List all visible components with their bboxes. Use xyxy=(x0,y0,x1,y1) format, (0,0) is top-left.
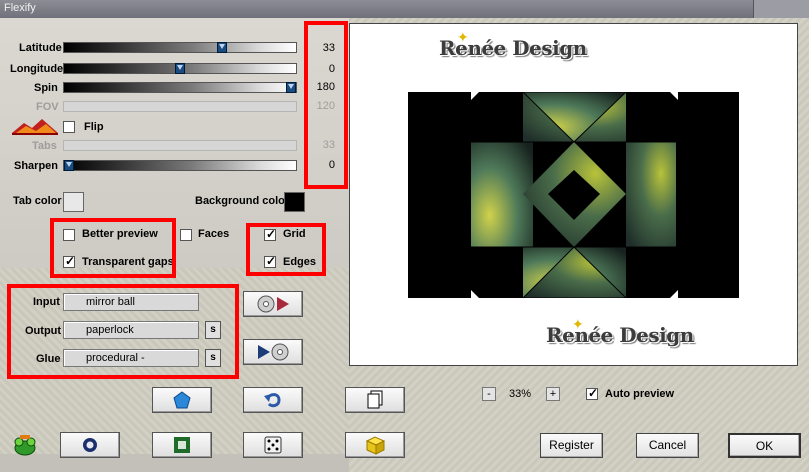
latitude-slider-thumb[interactable] xyxy=(217,42,227,53)
disc-save-icon xyxy=(258,343,289,361)
fov-slider xyxy=(63,101,297,112)
latitude-label: Latitude xyxy=(19,42,62,54)
tabs-label: Tabs xyxy=(32,140,57,152)
latitude-slider[interactable] xyxy=(63,42,297,53)
mountain-sunset-icon xyxy=(12,119,58,135)
longitude-label: Longitude xyxy=(10,63,64,75)
copy-pages-icon xyxy=(367,390,383,409)
preview-pane[interactable]: ✦ Renée Design ✦ Renée Design xyxy=(349,23,798,366)
longitude-slider[interactable] xyxy=(63,63,297,74)
square-button[interactable] xyxy=(152,432,212,458)
flip-label: Flip xyxy=(84,121,104,133)
title-bar: Flexify xyxy=(0,0,809,18)
tabs-slider xyxy=(63,140,297,151)
watermark-top: Renée Design xyxy=(439,36,587,60)
save-preset-button[interactable] xyxy=(243,339,303,365)
cube-button[interactable] xyxy=(345,432,405,458)
ring-icon xyxy=(83,438,97,452)
undo-arrow-icon xyxy=(264,393,281,408)
flip-checkbox[interactable] xyxy=(63,121,75,133)
highlight-box-mapping xyxy=(7,284,239,379)
zoom-in-button[interactable]: + xyxy=(546,387,560,401)
disc-load-icon xyxy=(257,295,289,313)
window-title: Flexify xyxy=(4,2,36,14)
pentagon-icon xyxy=(173,391,191,409)
square-frame-icon xyxy=(174,437,190,453)
pentagon-button[interactable] xyxy=(152,387,212,413)
longitude-slider-thumb[interactable] xyxy=(175,63,185,74)
green-frog-icon xyxy=(14,435,36,456)
preview-image xyxy=(408,92,739,298)
background-color-label: Background color xyxy=(195,195,290,207)
spin-slider-thumb[interactable] xyxy=(286,82,296,93)
tab-color-swatch[interactable] xyxy=(63,192,84,212)
background-color-swatch[interactable] xyxy=(284,192,305,212)
watermark-bottom: Renée Design xyxy=(546,323,694,347)
load-preset-button[interactable] xyxy=(243,291,303,317)
undo-button[interactable] xyxy=(243,387,303,413)
register-button[interactable]: Register xyxy=(540,433,603,458)
spin-slider[interactable] xyxy=(63,82,297,93)
dice-icon xyxy=(264,436,282,454)
yellow-cube-icon xyxy=(365,436,386,455)
dice-button[interactable] xyxy=(243,432,303,458)
cancel-button[interactable]: Cancel xyxy=(636,433,699,458)
copy-button[interactable] xyxy=(345,387,405,413)
zoom-level: 33% xyxy=(509,388,532,400)
highlight-box-grid-edges xyxy=(246,223,326,276)
tab-color-label: Tab color xyxy=(13,195,62,207)
faces-label: Faces xyxy=(198,228,230,240)
ring-button[interactable] xyxy=(60,432,120,458)
fov-label: FOV xyxy=(36,101,59,113)
faces-checkbox[interactable] xyxy=(180,229,192,241)
auto-preview-label: Auto preview xyxy=(605,388,675,400)
ok-button[interactable]: OK xyxy=(728,433,801,458)
sharpen-label: Sharpen xyxy=(14,160,59,172)
auto-preview-checkbox[interactable] xyxy=(586,386,598,400)
sharpen-slider-thumb[interactable] xyxy=(64,160,74,171)
sharpen-slider[interactable] xyxy=(63,160,297,171)
window-close-button[interactable] xyxy=(753,0,809,18)
highlight-box-preview-options xyxy=(50,218,176,278)
highlight-box-values xyxy=(304,21,348,189)
zoom-out-button[interactable]: - xyxy=(482,387,496,401)
spin-label: Spin xyxy=(34,82,58,94)
